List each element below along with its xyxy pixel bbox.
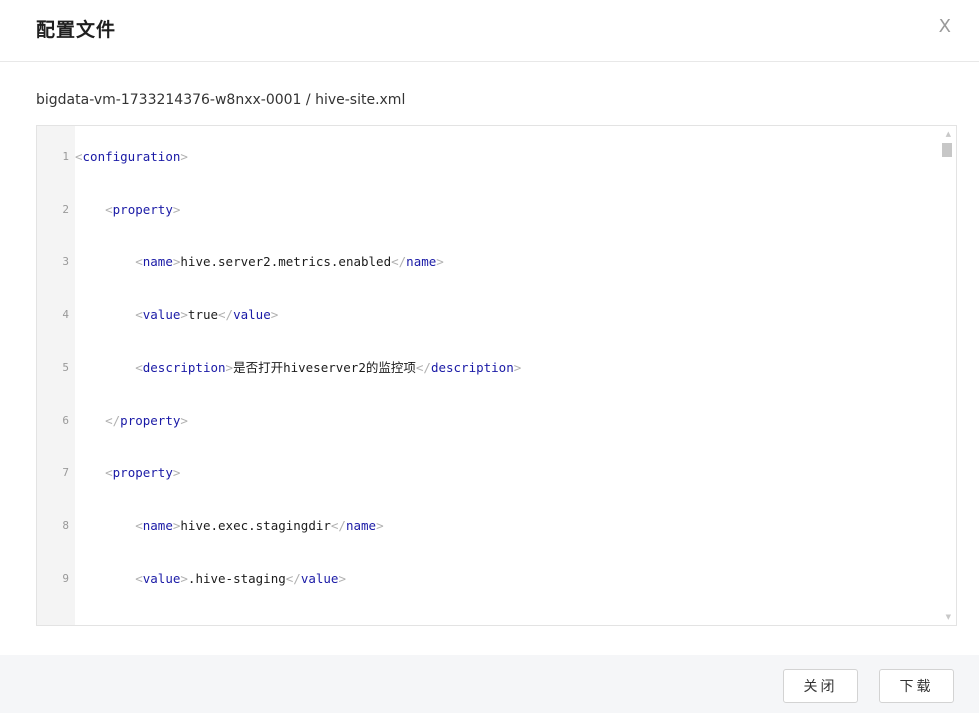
code-lines: 1 <configuration> 2 <property> 3 <name>hive… xyxy=(37,126,938,625)
code-text: <name>hive.server2.metrics.enabled</name… xyxy=(135,254,444,270)
line-number: 3 xyxy=(62,255,69,269)
close-button[interactable]: 关闭 xyxy=(783,669,858,703)
scroll-down-icon[interactable]: ▼ xyxy=(946,613,951,621)
line-number: 4 xyxy=(62,308,69,322)
line-number: 5 xyxy=(62,360,69,374)
code-text: </property> xyxy=(105,412,188,428)
code-text: <value>true</value> xyxy=(135,307,279,323)
code-text: <property> xyxy=(105,465,181,481)
scroll-thumb[interactable] xyxy=(942,143,952,157)
line-number: 7 xyxy=(62,466,69,480)
close-icon[interactable]: X xyxy=(939,17,951,37)
line-number: 6 xyxy=(62,413,69,427)
code-text: <configuration> xyxy=(75,149,188,164)
code-text: <name>hive.exec.stagingdir</name> xyxy=(135,517,384,533)
line-number: 8 xyxy=(62,518,69,532)
dialog-header: 配置文件 X xyxy=(0,0,979,62)
vertical-scrollbar[interactable]: ▲ ▼ xyxy=(938,126,956,625)
dialog-footer: 关闭 下载 xyxy=(0,655,979,713)
code-text: <property> xyxy=(105,201,181,217)
scroll-up-icon[interactable]: ▲ xyxy=(946,130,951,138)
dialog-title: 配置文件 xyxy=(36,19,117,41)
code-text: <value>.hive-staging</value> xyxy=(135,570,346,586)
code-text: <description>是否打开hiveserver2的监控项</descri… xyxy=(135,359,522,375)
code-editor[interactable]: 1 <configuration> 2 <property> 3 <name>hive… xyxy=(36,125,957,626)
download-button[interactable]: 下载 xyxy=(879,669,954,703)
line-number: 1 xyxy=(62,150,69,163)
file-path-label: bigdata-vm-1733214376-w8nxx-0001 / hive-… xyxy=(36,92,406,108)
line-number: 2 xyxy=(62,202,69,216)
line-number: 9 xyxy=(62,571,69,585)
